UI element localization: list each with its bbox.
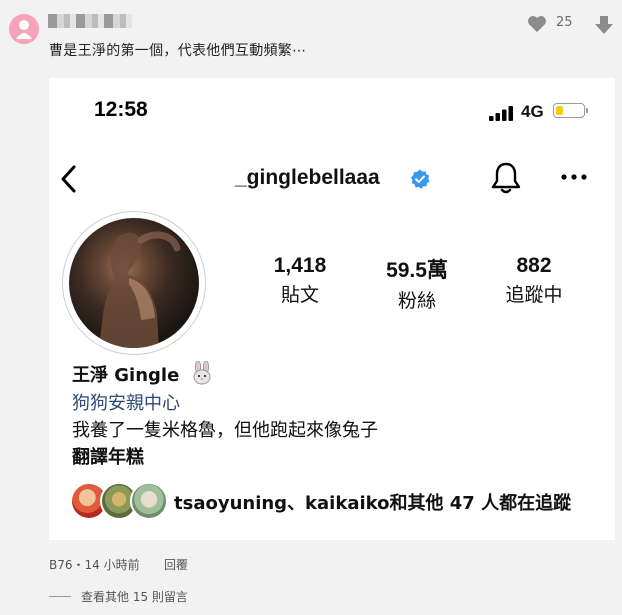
verified-icon xyxy=(410,169,430,189)
profile-display-name: 王淨 Gingle xyxy=(72,365,180,386)
follower-avatar[interactable] xyxy=(130,482,168,520)
profile-category-link[interactable]: 狗狗安親中心 xyxy=(72,389,180,415)
commenter-name-blurred xyxy=(48,14,132,28)
view-more-comments-link[interactable]: 查看其他 15 則留言 xyxy=(81,588,188,605)
heart-icon[interactable] xyxy=(527,15,547,33)
comment-text: 曹是王淨的第一個，代表他們互動頻繁⋯ xyxy=(49,43,307,59)
bell-icon[interactable] xyxy=(489,160,523,196)
profile-bio: 我養了一隻米格魯，但他跑起來像兔子 xyxy=(72,420,378,441)
comment-meta: B76・14 小時前 xyxy=(49,558,140,572)
followers-count: 59.5萬 xyxy=(386,259,448,282)
like-count: 25 xyxy=(556,15,573,30)
followers-label: 粉絲 xyxy=(397,290,436,312)
battery-level xyxy=(556,106,563,115)
profile-photo-image xyxy=(99,231,181,348)
back-icon[interactable] xyxy=(59,164,79,194)
status-time: 12:58 xyxy=(94,98,148,121)
followed-by-text[interactable]: tsaoyuning、kaikaiko和其他 47 人都在追蹤 xyxy=(174,489,571,515)
divider-line xyxy=(49,596,71,597)
profile-username: _ginglebellaaa xyxy=(235,166,380,189)
rabbit-icon xyxy=(193,361,211,385)
downvote-icon[interactable] xyxy=(593,14,615,36)
profile-picture[interactable] xyxy=(69,218,199,348)
person-icon xyxy=(16,20,32,39)
reply-button[interactable]: 回覆 xyxy=(164,556,188,573)
stat-following[interactable]: 882 追蹤中 xyxy=(479,254,589,307)
posts-label: 貼文 xyxy=(280,284,319,306)
following-count: 882 xyxy=(516,254,552,277)
stat-posts[interactable]: 1,418 貼文 xyxy=(245,254,355,307)
commenter-avatar[interactable] xyxy=(9,14,39,44)
embedded-profile-screenshot[interactable]: 12:58 4G _ginglebellaaa 1,418 貼文 59.5萬 粉… xyxy=(49,78,615,540)
battery-cap xyxy=(586,108,588,113)
more-icon[interactable] xyxy=(561,174,587,180)
posts-count: 1,418 xyxy=(273,254,327,277)
signal-icon xyxy=(489,106,513,121)
following-label: 追蹤中 xyxy=(505,284,563,306)
stat-followers[interactable]: 59.5萬 粉絲 xyxy=(362,254,472,313)
battery-icon xyxy=(553,103,585,118)
network-type: 4G xyxy=(521,102,544,121)
profile-bio-line2: 翻譯年糕 xyxy=(72,447,144,468)
